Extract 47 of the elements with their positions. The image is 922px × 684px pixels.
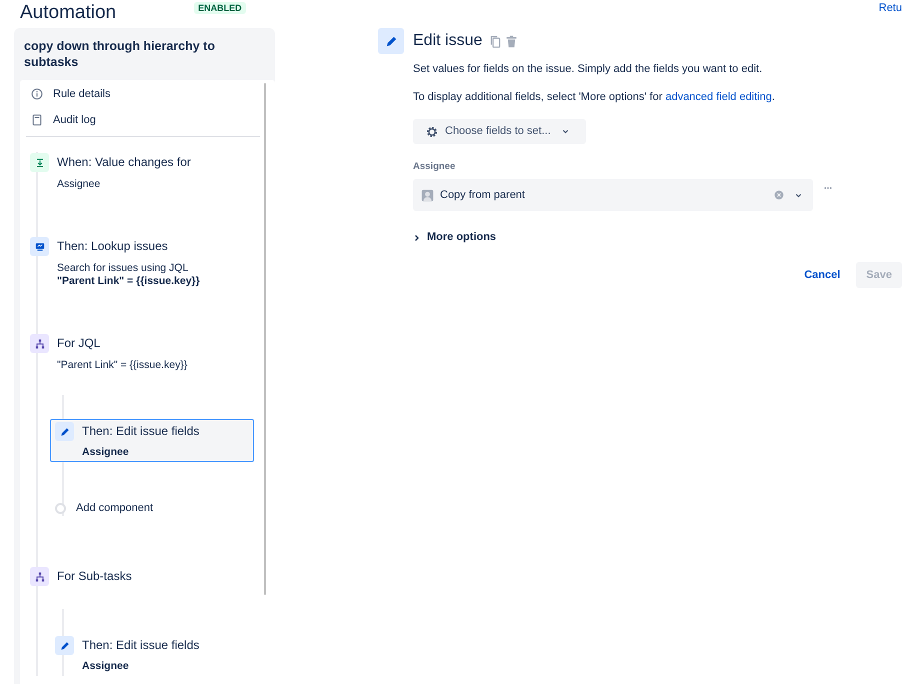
branch-icon xyxy=(30,334,49,353)
assignee-select[interactable]: Copy from parent xyxy=(413,179,813,212)
rule-component-card[interactable]: Then: Edit issue fields Assignee xyxy=(50,419,254,462)
monitor-icon xyxy=(30,237,49,256)
chevron-right-icon xyxy=(413,234,421,242)
info-icon xyxy=(31,88,43,100)
component-detail: Assignee xyxy=(82,446,130,459)
component-title: Then: Lookup issues xyxy=(57,238,169,254)
component-detail: Assignee xyxy=(57,178,102,191)
component-detail: Search for issues using JQL xyxy=(57,262,190,275)
component-title: Then: Edit issue fields xyxy=(82,637,200,653)
branch-icon xyxy=(30,567,49,586)
avatar-icon xyxy=(421,188,434,202)
status-lozenge: ENABLED xyxy=(194,2,246,14)
component-detail: Assignee xyxy=(82,660,130,673)
rule-name: copy down through hierarchy to subtasks xyxy=(23,38,216,71)
component-title: For JQL xyxy=(57,335,102,351)
cancel-button[interactable]: Cancel xyxy=(798,262,846,288)
panel-title: Edit issue xyxy=(413,31,482,51)
choose-fields-button[interactable]: Choose fields to set... xyxy=(413,119,586,144)
scrollbar-thumb[interactable] xyxy=(264,83,266,595)
trigger-icon xyxy=(30,153,49,172)
help-text: To display additional fields, select 'More options' for advanced field editing. xyxy=(413,90,776,104)
nav-item[interactable]: Rule details xyxy=(53,86,110,102)
document-icon xyxy=(31,114,43,126)
component-title: For Sub-tasks xyxy=(57,568,132,584)
field-label: Assignee xyxy=(413,160,456,174)
pencil-icon xyxy=(55,422,74,441)
pencil-icon xyxy=(55,636,74,655)
chevron-down-icon xyxy=(560,127,570,136)
advanced-editing-link[interactable]: advanced field editing xyxy=(665,90,772,102)
description-text: Set values for fields on the issue. Simply add the fields you want to edit. xyxy=(413,62,764,77)
rule-component-card[interactable]: Then: Edit issue fields Assignee xyxy=(50,633,254,676)
more-options-toggle[interactable]: More options xyxy=(413,229,496,246)
component-title: When: Value changes for xyxy=(57,154,191,170)
clear-icon xyxy=(774,190,784,200)
add-component-link[interactable]: Add component xyxy=(76,500,154,516)
component-detail: "Parent Link" = {{issue.key}} xyxy=(57,359,188,372)
component-detail: "Parent Link" = {{issue.key}} xyxy=(57,275,200,288)
return-link[interactable]: Retu xyxy=(878,2,902,15)
trash-icon xyxy=(505,34,518,48)
copy-icon xyxy=(489,34,502,48)
component-title: Then: Edit issue fields xyxy=(82,423,200,439)
page-title: Automation xyxy=(20,2,116,24)
settings-icon xyxy=(425,124,439,138)
pencil-icon xyxy=(378,28,404,54)
nav-item[interactable]: Audit log xyxy=(53,112,96,128)
